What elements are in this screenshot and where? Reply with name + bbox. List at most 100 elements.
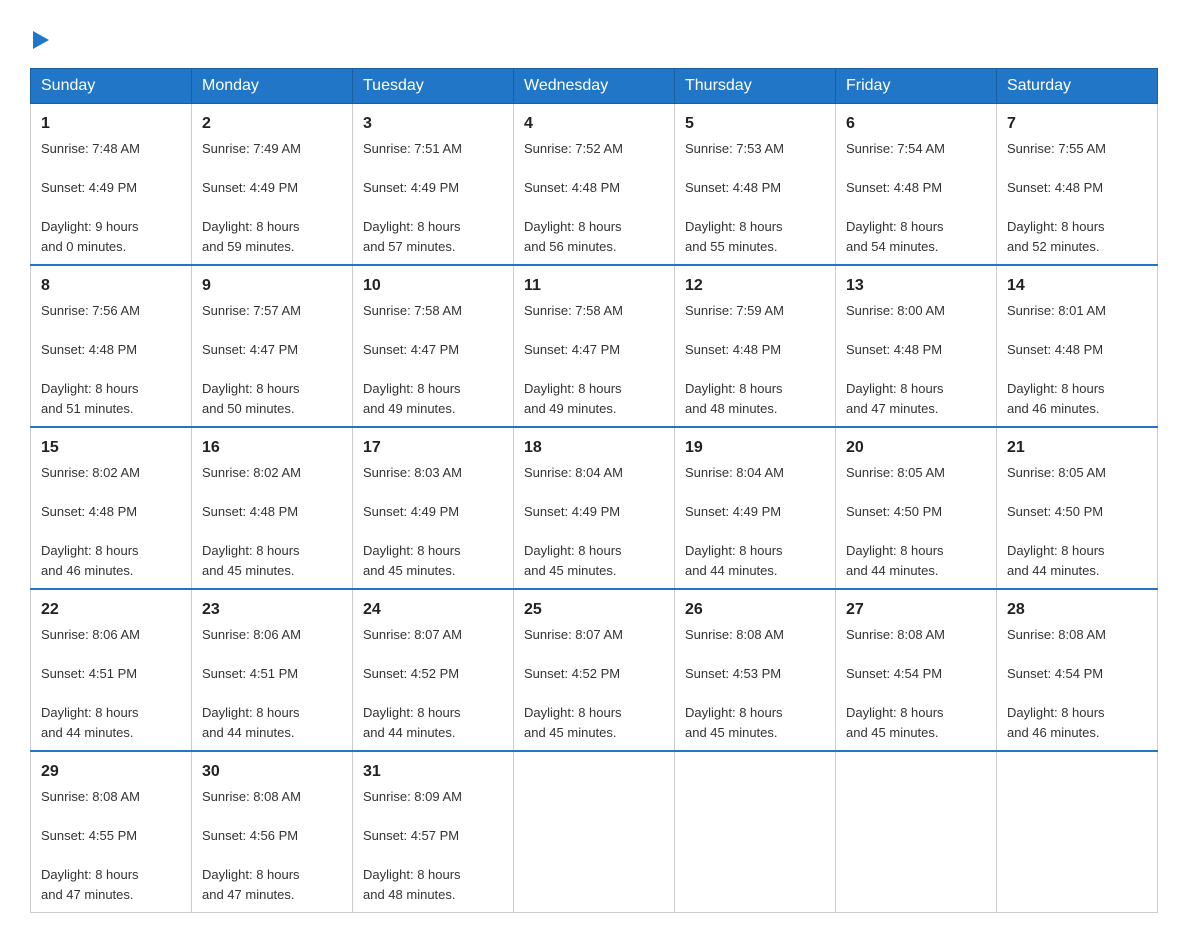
calendar-cell: [836, 751, 997, 913]
calendar-cell: 6 Sunrise: 7:54 AM Sunset: 4:48 PM Dayli…: [836, 104, 997, 266]
day-number: 22: [41, 598, 181, 622]
day-number: 30: [202, 760, 342, 784]
sunset-text: Sunset: 4:47 PM: [524, 340, 664, 360]
day-number: 28: [1007, 598, 1147, 622]
daylight-text: Daylight: 8 hours and 52 minutes.: [1007, 217, 1147, 256]
day-header-sunday: Sunday: [31, 69, 192, 104]
calendar-cell: 17 Sunrise: 8:03 AM Sunset: 4:49 PM Dayl…: [353, 427, 514, 589]
calendar-cell: 22 Sunrise: 8:06 AM Sunset: 4:51 PM Dayl…: [31, 589, 192, 751]
day-header-thursday: Thursday: [675, 69, 836, 104]
sunrise-text: Sunrise: 8:05 AM: [1007, 463, 1147, 483]
sunrise-text: Sunrise: 7:48 AM: [41, 139, 181, 159]
daylight-text: Daylight: 8 hours and 48 minutes.: [363, 865, 503, 904]
calendar-cell: 5 Sunrise: 7:53 AM Sunset: 4:48 PM Dayli…: [675, 104, 836, 266]
sunset-text: Sunset: 4:56 PM: [202, 826, 342, 846]
sunset-text: Sunset: 4:48 PM: [41, 502, 181, 522]
sunset-text: Sunset: 4:48 PM: [685, 178, 825, 198]
sunrise-text: Sunrise: 8:05 AM: [846, 463, 986, 483]
calendar-week-2: 8 Sunrise: 7:56 AM Sunset: 4:48 PM Dayli…: [31, 265, 1158, 427]
daylight-text: Daylight: 8 hours and 55 minutes.: [685, 217, 825, 256]
sunset-text: Sunset: 4:48 PM: [846, 340, 986, 360]
day-header-friday: Friday: [836, 69, 997, 104]
calendar-cell: 30 Sunrise: 8:08 AM Sunset: 4:56 PM Dayl…: [192, 751, 353, 913]
calendar-week-3: 15 Sunrise: 8:02 AM Sunset: 4:48 PM Dayl…: [31, 427, 1158, 589]
calendar-cell: 27 Sunrise: 8:08 AM Sunset: 4:54 PM Dayl…: [836, 589, 997, 751]
sunrise-text: Sunrise: 8:07 AM: [363, 625, 503, 645]
daylight-text: Daylight: 8 hours and 59 minutes.: [202, 217, 342, 256]
daylight-text: Daylight: 8 hours and 44 minutes.: [846, 541, 986, 580]
sunset-text: Sunset: 4:50 PM: [1007, 502, 1147, 522]
calendar-cell: [997, 751, 1158, 913]
day-number: 31: [363, 760, 503, 784]
day-number: 14: [1007, 274, 1147, 298]
calendar-cell: 12 Sunrise: 7:59 AM Sunset: 4:48 PM Dayl…: [675, 265, 836, 427]
daylight-text: Daylight: 8 hours and 51 minutes.: [41, 379, 181, 418]
daylight-text: Daylight: 8 hours and 44 minutes.: [685, 541, 825, 580]
day-number: 4: [524, 112, 664, 136]
day-number: 23: [202, 598, 342, 622]
sunset-text: Sunset: 4:52 PM: [524, 664, 664, 684]
sunrise-text: Sunrise: 7:52 AM: [524, 139, 664, 159]
calendar-cell: 9 Sunrise: 7:57 AM Sunset: 4:47 PM Dayli…: [192, 265, 353, 427]
day-header-tuesday: Tuesday: [353, 69, 514, 104]
calendar-cell: [675, 751, 836, 913]
sunset-text: Sunset: 4:49 PM: [363, 502, 503, 522]
sunrise-text: Sunrise: 8:06 AM: [41, 625, 181, 645]
day-number: 25: [524, 598, 664, 622]
calendar-cell: 31 Sunrise: 8:09 AM Sunset: 4:57 PM Dayl…: [353, 751, 514, 913]
sunrise-text: Sunrise: 8:03 AM: [363, 463, 503, 483]
sunrise-text: Sunrise: 8:09 AM: [363, 787, 503, 807]
day-number: 5: [685, 112, 825, 136]
day-number: 6: [846, 112, 986, 136]
daylight-text: Daylight: 8 hours and 44 minutes.: [202, 703, 342, 742]
calendar-cell: 26 Sunrise: 8:08 AM Sunset: 4:53 PM Dayl…: [675, 589, 836, 751]
header-row: SundayMondayTuesdayWednesdayThursdayFrid…: [31, 69, 1158, 104]
day-number: 24: [363, 598, 503, 622]
sunset-text: Sunset: 4:53 PM: [685, 664, 825, 684]
sunset-text: Sunset: 4:48 PM: [41, 340, 181, 360]
calendar-cell: [514, 751, 675, 913]
sunrise-text: Sunrise: 7:57 AM: [202, 301, 342, 321]
sunset-text: Sunset: 4:48 PM: [685, 340, 825, 360]
calendar-week-5: 29 Sunrise: 8:08 AM Sunset: 4:55 PM Dayl…: [31, 751, 1158, 913]
day-number: 9: [202, 274, 342, 298]
daylight-text: Daylight: 8 hours and 47 minutes.: [846, 379, 986, 418]
daylight-text: Daylight: 8 hours and 54 minutes.: [846, 217, 986, 256]
calendar-cell: 24 Sunrise: 8:07 AM Sunset: 4:52 PM Dayl…: [353, 589, 514, 751]
day-number: 11: [524, 274, 664, 298]
sunset-text: Sunset: 4:50 PM: [846, 502, 986, 522]
day-header-wednesday: Wednesday: [514, 69, 675, 104]
sunset-text: Sunset: 4:49 PM: [202, 178, 342, 198]
daylight-text: Daylight: 8 hours and 45 minutes.: [524, 703, 664, 742]
sunrise-text: Sunrise: 7:58 AM: [524, 301, 664, 321]
day-number: 3: [363, 112, 503, 136]
day-number: 21: [1007, 436, 1147, 460]
sunset-text: Sunset: 4:48 PM: [1007, 340, 1147, 360]
day-number: 27: [846, 598, 986, 622]
daylight-text: Daylight: 8 hours and 46 minutes.: [41, 541, 181, 580]
daylight-text: Daylight: 8 hours and 44 minutes.: [363, 703, 503, 742]
day-number: 20: [846, 436, 986, 460]
day-number: 18: [524, 436, 664, 460]
calendar-week-4: 22 Sunrise: 8:06 AM Sunset: 4:51 PM Dayl…: [31, 589, 1158, 751]
sunrise-text: Sunrise: 8:06 AM: [202, 625, 342, 645]
day-number: 26: [685, 598, 825, 622]
calendar-cell: 8 Sunrise: 7:56 AM Sunset: 4:48 PM Dayli…: [31, 265, 192, 427]
sunrise-text: Sunrise: 7:56 AM: [41, 301, 181, 321]
calendar-cell: 14 Sunrise: 8:01 AM Sunset: 4:48 PM Dayl…: [997, 265, 1158, 427]
calendar-cell: 25 Sunrise: 8:07 AM Sunset: 4:52 PM Dayl…: [514, 589, 675, 751]
sunset-text: Sunset: 4:49 PM: [41, 178, 181, 198]
sunrise-text: Sunrise: 8:04 AM: [524, 463, 664, 483]
sunset-text: Sunset: 4:49 PM: [363, 178, 503, 198]
daylight-text: Daylight: 9 hours and 0 minutes.: [41, 217, 181, 256]
sunset-text: Sunset: 4:47 PM: [363, 340, 503, 360]
sunset-text: Sunset: 4:55 PM: [41, 826, 181, 846]
day-number: 15: [41, 436, 181, 460]
sunset-text: Sunset: 4:48 PM: [846, 178, 986, 198]
day-header-saturday: Saturday: [997, 69, 1158, 104]
day-number: 7: [1007, 112, 1147, 136]
daylight-text: Daylight: 8 hours and 45 minutes.: [846, 703, 986, 742]
calendar-cell: 18 Sunrise: 8:04 AM Sunset: 4:49 PM Dayl…: [514, 427, 675, 589]
sunrise-text: Sunrise: 8:00 AM: [846, 301, 986, 321]
sunrise-text: Sunrise: 7:51 AM: [363, 139, 503, 159]
